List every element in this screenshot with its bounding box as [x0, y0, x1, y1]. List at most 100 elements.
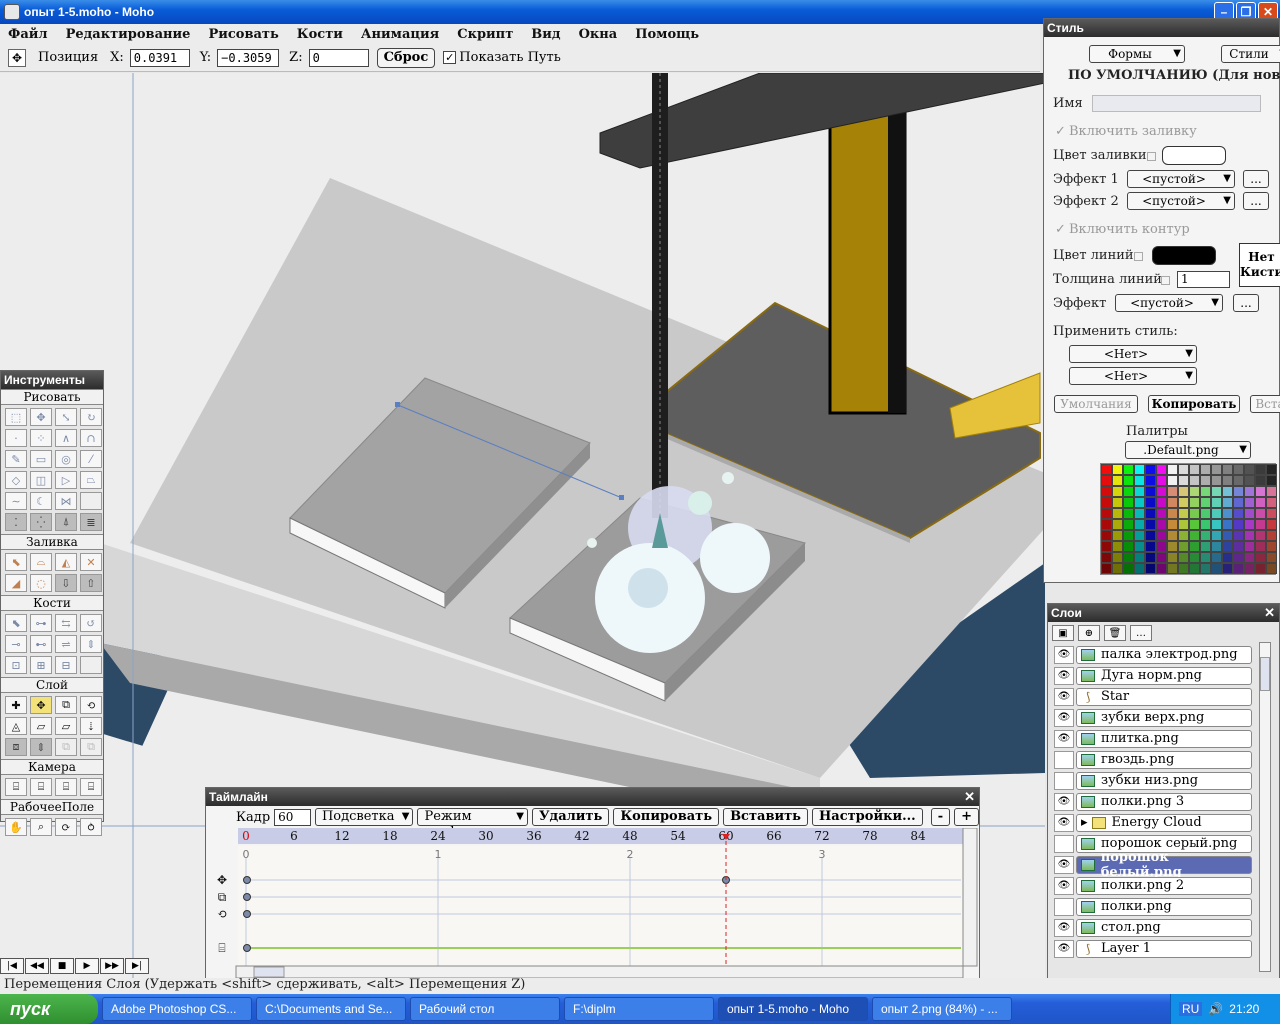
color-swatch[interactable]	[1156, 497, 1167, 508]
color-swatch[interactable]	[1266, 541, 1277, 552]
color-swatch[interactable]	[1266, 563, 1277, 574]
color-swatch[interactable]	[1266, 508, 1277, 519]
color-swatch[interactable]	[1222, 464, 1233, 475]
color-swatch[interactable]	[1123, 563, 1134, 574]
color-swatch[interactable]	[1189, 508, 1200, 519]
color-swatch[interactable]	[1123, 552, 1134, 563]
rotate-layer-x-icon[interactable]: ◬	[5, 717, 27, 735]
layer-row[interactable]: полки.png	[1054, 896, 1252, 917]
eye-icon[interactable]: 👁	[1054, 729, 1074, 748]
effect1-more-button[interactable]: ...	[1243, 170, 1269, 188]
color-swatch[interactable]	[1255, 530, 1266, 541]
color-swatch[interactable]	[1112, 563, 1123, 574]
color-swatch[interactable]	[1233, 497, 1244, 508]
color-swatch[interactable]	[1178, 497, 1189, 508]
color-swatch[interactable]	[1178, 475, 1189, 486]
select-points-icon[interactable]: ⬚	[5, 408, 27, 426]
timeline-tracks[interactable]: 06121824303642485460667278840123✥⧉⟲⌸	[206, 828, 981, 983]
color-swatch[interactable]	[1134, 552, 1145, 563]
layer-row[interactable]: 👁 зубки верх.png	[1054, 707, 1252, 728]
color-swatch[interactable]	[1134, 541, 1145, 552]
settings-button[interactable]: Настройки...	[812, 808, 923, 826]
layer-row[interactable]: 👁 полки.png 3	[1054, 791, 1252, 812]
color-palette-grid[interactable]	[1100, 463, 1277, 575]
create-shape-icon[interactable]: ⌓	[30, 553, 52, 571]
lower-shape-icon[interactable]: ⇩	[55, 574, 77, 592]
raise-shape-icon[interactable]: ⇧	[80, 574, 102, 592]
layer-item[interactable]: ⟆ Layer 1	[1076, 939, 1252, 958]
color-swatch[interactable]	[1123, 486, 1134, 497]
layer-item[interactable]: зубки верх.png	[1076, 708, 1252, 727]
bone-physics-icon[interactable]: ⊞	[30, 656, 52, 674]
brush-icon[interactable]: ⁄	[80, 450, 102, 468]
color-swatch[interactable]	[1222, 530, 1233, 541]
color-swatch[interactable]	[1101, 475, 1112, 486]
stroke-effect-dropdown[interactable]: <пустой>	[1115, 294, 1223, 312]
color-swatch[interactable]	[1134, 497, 1145, 508]
color-swatch[interactable]	[1211, 497, 1222, 508]
eye-icon[interactable]: 👁	[1054, 645, 1074, 664]
color-swatch[interactable]	[1189, 563, 1200, 574]
task-desktop[interactable]: Рабочий стол	[410, 997, 560, 1021]
color-swatch[interactable]	[1101, 497, 1112, 508]
color-swatch[interactable]	[1189, 541, 1200, 552]
volume-icon[interactable]: 🔊	[1208, 1002, 1223, 1016]
style-name-field[interactable]	[1092, 95, 1261, 112]
bind-layer-icon[interactable]: ⇌	[55, 635, 77, 653]
brush-preview[interactable]: Нет Кисти	[1239, 243, 1280, 287]
color-swatch[interactable]	[1167, 486, 1178, 497]
color-swatch[interactable]	[1134, 530, 1145, 541]
color-swatch[interactable]	[1134, 486, 1145, 497]
menu-help[interactable]: Помощь	[627, 27, 709, 42]
y-field[interactable]: −0.3059	[217, 48, 280, 67]
color-swatch[interactable]	[1211, 563, 1222, 574]
layer-item[interactable]: полки.png	[1076, 897, 1252, 916]
show-path-checkbox[interactable]: ✓	[443, 51, 457, 64]
color-swatch[interactable]	[1156, 530, 1167, 541]
color-swatch[interactable]	[1145, 464, 1156, 475]
styles-dropdown[interactable]: Стили	[1221, 45, 1280, 63]
task-moho[interactable]: опыт 1-5.moho - Moho	[718, 997, 868, 1021]
color-swatch[interactable]	[1266, 530, 1277, 541]
color-swatch[interactable]	[1101, 464, 1112, 475]
color-swatch[interactable]	[1145, 497, 1156, 508]
translate-bone-icon[interactable]: ⊶	[30, 614, 52, 632]
color-swatch[interactable]	[1233, 552, 1244, 563]
color-swatch[interactable]	[1255, 464, 1266, 475]
color-swatch[interactable]	[1123, 530, 1134, 541]
layer-item[interactable]: палка электрод.png	[1076, 645, 1252, 664]
color-swatch[interactable]	[1200, 486, 1211, 497]
hide-shape-icon[interactable]: ◌	[30, 574, 52, 592]
color-swatch[interactable]	[1189, 497, 1200, 508]
layers-scrollbar[interactable]	[1259, 642, 1271, 972]
paste-keys-button[interactable]: Вставить	[723, 808, 808, 826]
layer-item[interactable]: зубки низ.png	[1076, 771, 1252, 790]
stop-icon[interactable]: ■	[50, 958, 74, 974]
color-swatch[interactable]	[1178, 486, 1189, 497]
color-swatch[interactable]	[1112, 552, 1123, 563]
color-swatch[interactable]	[1255, 519, 1266, 530]
fill-color-swatch[interactable]	[1162, 146, 1226, 165]
color-swatch[interactable]	[1211, 508, 1222, 519]
paint-bucket-icon[interactable]: ◭	[55, 553, 77, 571]
color-swatch[interactable]	[1145, 486, 1156, 497]
apply-style1-dropdown[interactable]: <Нет>	[1069, 345, 1197, 363]
layer-row[interactable]: зубки низ.png	[1054, 770, 1252, 791]
color-swatch[interactable]	[1123, 475, 1134, 486]
menu-file[interactable]: Файл	[0, 27, 58, 42]
layer-row[interactable]: 👁 Дуга норм.png	[1054, 665, 1252, 686]
draw-shape-icon[interactable]: ▭	[30, 450, 52, 468]
color-swatch[interactable]	[1266, 486, 1277, 497]
color-swatch[interactable]	[1178, 552, 1189, 563]
enable-fill-checkbox[interactable]: ✓	[1055, 124, 1066, 139]
color-swatch[interactable]	[1233, 508, 1244, 519]
color-swatch[interactable]	[1222, 552, 1233, 563]
color-swatch[interactable]	[1101, 508, 1112, 519]
eye-icon[interactable]: 👁	[1054, 876, 1074, 895]
bend-icon[interactable]: ◫	[30, 471, 52, 489]
line-color-key-checkbox[interactable]	[1134, 252, 1143, 261]
color-swatch[interactable]	[1112, 464, 1123, 475]
layer-item[interactable]: плитка.png	[1076, 729, 1252, 748]
menu-view[interactable]: Вид	[523, 27, 570, 42]
timeline-title[interactable]: Таймлайн ✕	[206, 788, 979, 806]
